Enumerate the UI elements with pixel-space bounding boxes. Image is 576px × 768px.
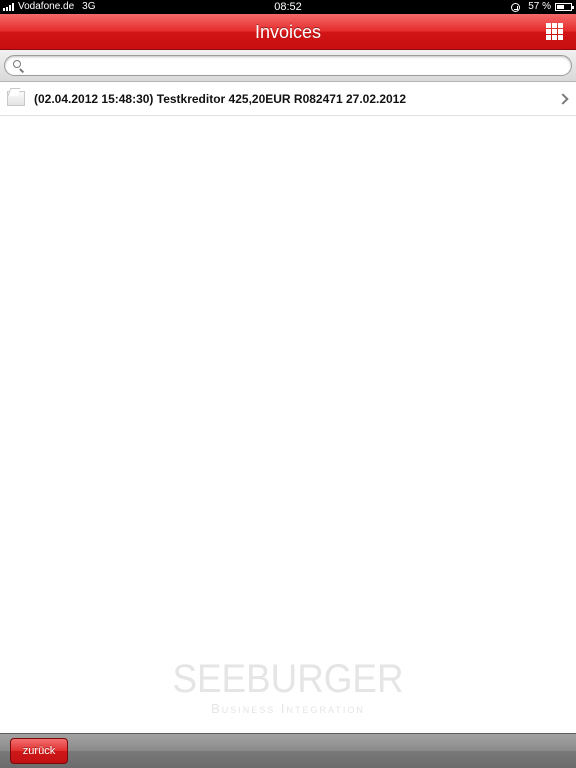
status-bar: Vodafone.de 3G 08:52 57 % (0, 0, 576, 14)
status-time: 08:52 (274, 1, 302, 13)
search-field[interactable] (4, 55, 572, 76)
search-input[interactable] (27, 57, 561, 74)
battery-icon (555, 3, 574, 11)
logo-tagline: Business Integration (211, 701, 365, 716)
envelope-icon (7, 91, 25, 106)
logo: SEEBURGER Business Integration (0, 656, 576, 716)
navigation-bar: Invoices (0, 14, 576, 50)
bottom-toolbar: zurück (0, 733, 576, 768)
search-icon (13, 60, 21, 68)
list-item[interactable]: (02.04.2012 15:48:30) Testkreditor 425,2… (0, 83, 576, 116)
logo-wordmark: SEEBURGER (172, 657, 404, 701)
list-item-label: (02.04.2012 15:48:30) Testkreditor 425,2… (34, 92, 407, 106)
page-title: Invoices (254, 22, 322, 42)
chevron-right-icon (557, 93, 569, 105)
grid-icon[interactable] (546, 23, 564, 40)
status-right: 57 % (511, 0, 574, 14)
battery-fill (557, 5, 565, 9)
battery-percent: 57 % (528, 1, 551, 12)
back-button[interactable]: zurück (10, 738, 68, 764)
orientation-lock-icon (511, 2, 521, 12)
search-bar (0, 50, 576, 82)
